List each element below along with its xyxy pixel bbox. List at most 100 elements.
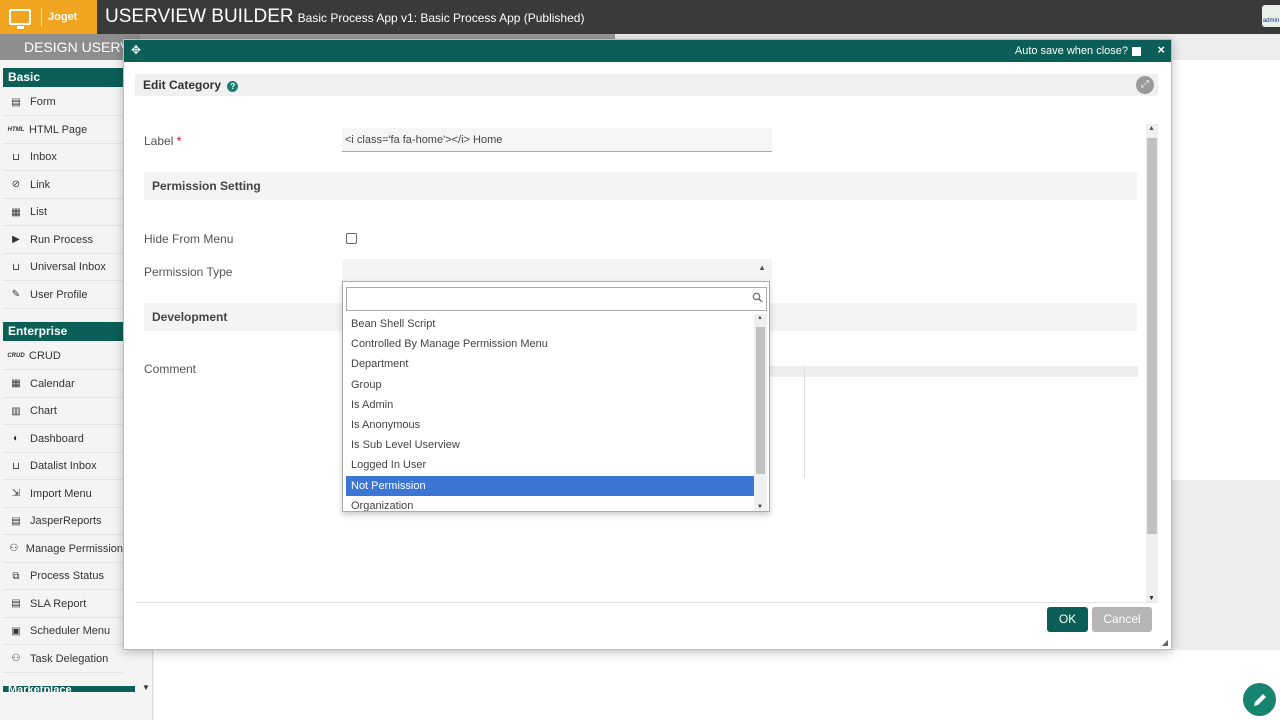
sidebar-item-task-delegation[interactable]: ⚇ Task Delegation	[3, 646, 123, 673]
top-header: Joget USERVIEW BUILDER Basic Process App …	[0, 0, 1280, 34]
sidebar-item-label: Import Menu	[30, 487, 92, 500]
dialog-scrollbar[interactable]: ▲ ▼	[1146, 124, 1158, 602]
sidebar-section-enterprise[interactable]: Enterprise	[3, 322, 135, 341]
sidebar-item-user-profile[interactable]: ✎ User Profile	[3, 282, 123, 309]
pencil-icon	[1253, 693, 1266, 706]
autosave-checkbox[interactable]	[1132, 46, 1141, 56]
dropdown-option[interactable]: Department	[346, 354, 754, 374]
label-input[interactable]: <i class='fa fa-home'></i> Home	[342, 128, 772, 152]
permission-type-label: Permission Type	[144, 265, 233, 279]
crud-icon: CRUD	[7, 353, 25, 359]
required-mark: *	[176, 134, 182, 148]
move-icon[interactable]: ✥	[131, 43, 141, 57]
sidebar-item-label: Calendar	[30, 377, 75, 390]
sidebar-item-jasperreports[interactable]: ▤ JasperReports	[3, 508, 123, 535]
sidebar-item-run-process[interactable]: ▶ Run Process	[3, 227, 123, 254]
sidebar-item-crud[interactable]: CRUD CRUD	[3, 343, 123, 370]
scroll-up-icon[interactable]: ▲	[1148, 125, 1155, 132]
sidebar-item-label: JasperReports	[30, 515, 102, 527]
autosave-toggle[interactable]: Auto save when close?	[1015, 45, 1141, 57]
sidebar-section-basic[interactable]: Basic	[3, 68, 135, 87]
sidebar-item-sla-report[interactable]: ▤ SLA Report	[3, 591, 123, 618]
sidebar-item-manage-permission[interactable]: ⚇ Manage Permission	[3, 536, 123, 563]
dialog-titlebar[interactable]: ✥ Auto save when close? ×	[124, 40, 1171, 62]
comment-label: Comment	[144, 362, 197, 376]
dropdown-search-input[interactable]	[346, 287, 767, 311]
sla-icon: ▤	[11, 598, 21, 609]
dropdown-option[interactable]: Is Admin	[346, 395, 754, 415]
sidebar-item-html-page[interactable]: HTML HTML Page	[3, 117, 123, 144]
joget-logo[interactable]: Joget	[0, 0, 97, 34]
import-icon: ⇲	[11, 488, 21, 499]
users-lock-icon: ⚇	[9, 543, 19, 554]
sidebar-item-label: Form	[30, 96, 56, 108]
help-icon[interactable]: ?	[227, 81, 239, 92]
sidebar-item-label: Chart	[30, 405, 57, 417]
resize-handle-icon[interactable]: ◢	[1162, 638, 1168, 647]
dropdown-option[interactable]: Not Permission	[346, 475, 754, 496]
dropdown-option[interactable]: Controlled By Manage Permission Menu	[346, 334, 754, 354]
dropdown-option[interactable]: Is Sub Level Userview	[346, 435, 754, 455]
hide-from-menu-checkbox[interactable]	[346, 233, 357, 244]
sidebar-item-label: User Profile	[30, 288, 88, 301]
sidebar-item-label: Scheduler Menu	[30, 625, 111, 637]
sidebar-item-label: Universal Inbox	[30, 261, 106, 273]
footer-divider	[135, 602, 1158, 603]
sidebar-item-label: Run Process	[30, 233, 93, 246]
builder-title: USERVIEW BUILDER	[105, 6, 294, 27]
dialog-scrollbar-thumb[interactable]	[1147, 138, 1157, 534]
scheduler-icon: ▣	[11, 625, 21, 637]
sidebar-item-form[interactable]: ▤ Form	[3, 89, 123, 116]
dropdown-scrollbar[interactable]: ▲ ▼	[754, 314, 767, 511]
edit-category-title-text: Edit Category	[143, 78, 222, 92]
sidebar-section-marketplace[interactable]: Marketplace	[3, 686, 135, 692]
edit-fab-button[interactable]	[1243, 683, 1276, 716]
process-status-icon: ⧉	[12, 570, 20, 582]
permission-type-dropdown: Bean Shell Script Controlled By Manage Pe…	[342, 281, 770, 512]
dropdown-option[interactable]: Is Anonymous	[346, 415, 754, 435]
fullscreen-icon[interactable]: ⤢	[1136, 76, 1154, 94]
comment-editor-divider	[804, 366, 805, 478]
sidebar-item-calendar[interactable]: ▦ Calendar	[3, 371, 123, 398]
avatar[interactable]: admin	[1262, 5, 1280, 27]
scroll-up-icon[interactable]: ▲	[757, 315, 763, 321]
scroll-down-icon[interactable]: ▼	[1148, 595, 1155, 602]
dropdown-option[interactable]: Organization	[346, 496, 754, 511]
dropdown-scrollbar-thumb[interactable]	[756, 327, 765, 474]
permission-type-select[interactable]: ▲	[342, 259, 772, 281]
monitor-icon	[9, 9, 31, 29]
edit-category-title: Edit Category ?	[143, 78, 239, 92]
play-icon: ▶	[12, 234, 20, 245]
scroll-down-icon[interactable]: ▼	[757, 504, 763, 510]
canvas-area-bottom	[154, 650, 1280, 720]
cancel-button[interactable]: Cancel	[1092, 607, 1152, 632]
tab-design-userview[interactable]: DESIGN USERVIEW	[0, 34, 140, 60]
sidebar-item-link[interactable]: ⊘ Link	[3, 172, 123, 199]
report-icon: ▤	[11, 515, 21, 527]
sidebar-item-list[interactable]: ▦ List	[3, 199, 123, 226]
sidebar-item-scheduler-menu[interactable]: ▣ Scheduler Menu	[3, 618, 123, 645]
close-icon[interactable]: ×	[1157, 42, 1165, 57]
autosave-label: Auto save when close?	[1014, 45, 1128, 57]
sidebar-item-label: Manage Permission	[25, 542, 123, 555]
link-icon: ⊘	[11, 179, 21, 190]
sidebar-item-process-status[interactable]: ⧉ Process Status	[3, 563, 123, 590]
sidebar-item-universal-inbox[interactable]: ⊔ Universal Inbox	[3, 254, 123, 281]
sidebar-item-datalist-inbox[interactable]: ⊔ Datalist Inbox	[3, 453, 123, 480]
dropdown-option[interactable]: Group	[346, 375, 754, 395]
dropdown-option[interactable]: Bean Shell Script	[346, 314, 754, 334]
dropdown-option[interactable]: Logged In User	[346, 455, 754, 475]
inbox-icon: ⊔	[12, 261, 20, 273]
sidebar-item-dashboard[interactable]: ◐ Dashboard	[3, 426, 123, 453]
chart-icon: ▥	[11, 405, 21, 417]
sidebar-item-import-menu[interactable]: ⇲ Import Menu	[3, 481, 123, 508]
user-edit-icon: ✎	[11, 289, 21, 300]
sidebar-item-label: HTML Page	[29, 123, 88, 136]
calendar-icon: ▦	[11, 378, 21, 389]
ok-button[interactable]: OK	[1047, 607, 1088, 632]
sidebar-item-inbox[interactable]: ⊔ Inbox	[3, 144, 123, 171]
hide-from-menu-label: Hide From Menu	[144, 232, 234, 246]
sidebar-scroll-down-icon[interactable]: ▼	[142, 683, 150, 692]
brand-name: Joget	[48, 11, 78, 23]
sidebar-item-chart[interactable]: ▥ Chart	[3, 398, 123, 425]
